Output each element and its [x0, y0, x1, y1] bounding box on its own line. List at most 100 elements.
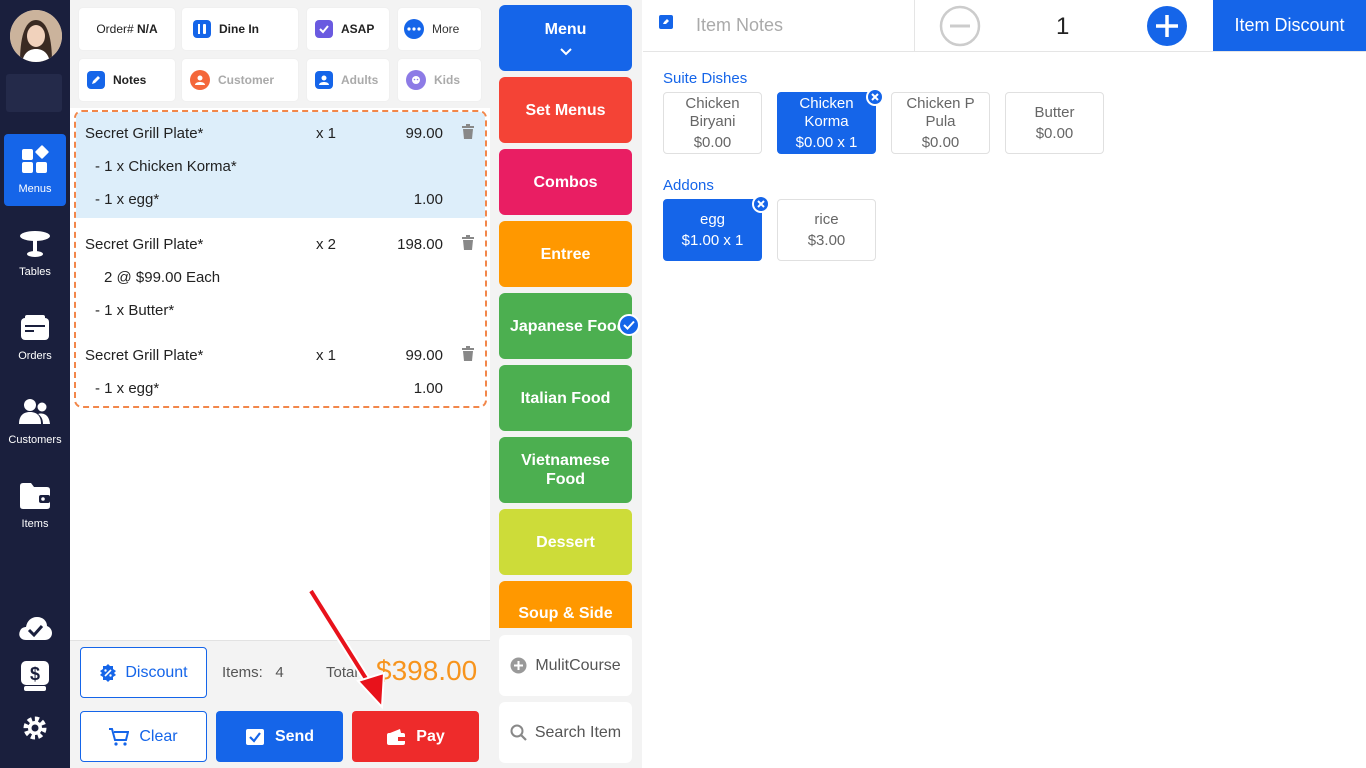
item-discount-button[interactable]: Item Discount	[1213, 0, 1366, 51]
asap-button[interactable]: ASAP	[307, 8, 389, 50]
sidebar-item-label: Customers	[8, 434, 62, 446]
order-item-qty: x 1	[316, 125, 337, 142]
adults-button[interactable]: Adults	[307, 59, 389, 101]
sidebar-item-customers[interactable]: Customers	[4, 386, 66, 458]
category-menu[interactable]: Menu	[499, 5, 632, 71]
kids-button[interactable]: Kids	[398, 59, 481, 101]
total-label: Total	[326, 664, 358, 681]
option-price: $1.00 x 1	[681, 231, 744, 249]
adult-icon	[315, 71, 333, 89]
category-label: Set Menus	[525, 101, 606, 119]
category-combos[interactable]: Combos	[499, 149, 632, 215]
sidebar-item-orders[interactable]: Orders	[4, 302, 66, 374]
modifier-text: - 1 x Chicken Korma*	[95, 158, 237, 175]
avatar[interactable]	[10, 10, 62, 62]
category-label: Japanese Food	[510, 317, 627, 335]
suite-option-chicken-biryani[interactable]: Chicken Biryani $0.00	[663, 92, 762, 154]
order-item[interactable]: Secret Grill Plate* x 1 99.00 - 1 x egg*…	[76, 334, 485, 406]
category-entree[interactable]: Entree	[499, 221, 632, 287]
gear-icon[interactable]	[17, 710, 53, 746]
order-item[interactable]: Secret Grill Plate* x 1 99.00 - 1 x Chic…	[76, 112, 485, 218]
multicourse-button[interactable]: MulitCourse	[499, 635, 632, 696]
addon-option-rice[interactable]: rice $3.00	[777, 199, 876, 261]
category-label: Menu	[544, 20, 587, 38]
category-label: Dessert	[536, 533, 595, 551]
pay-label: Pay	[416, 727, 445, 745]
svg-text:$: $	[30, 664, 40, 684]
send-button[interactable]: Send	[216, 711, 343, 762]
option-price: $3.00	[807, 231, 846, 249]
trash-icon[interactable]	[461, 346, 475, 362]
order-item-qty: x 2	[316, 236, 337, 253]
order-number-value: N/A	[137, 22, 158, 36]
clear-label: Clear	[139, 727, 178, 745]
pay-button[interactable]: Pay	[352, 711, 479, 762]
customer-button[interactable]: Customer	[182, 59, 298, 101]
total-value: $398.00	[376, 655, 478, 686]
option-name: Chicken P Pula	[906, 94, 975, 130]
category-italian-food[interactable]: Italian Food	[499, 365, 632, 431]
plus-circle-icon[interactable]	[1146, 5, 1188, 47]
category-dessert[interactable]: Dessert	[499, 509, 632, 575]
trash-icon[interactable]	[461, 124, 475, 140]
category-soup-side[interactable]: Soup & Side	[499, 581, 632, 628]
customer-icon	[190, 70, 210, 90]
more-button[interactable]: More	[398, 8, 481, 50]
sidebar-item-items[interactable]: Items	[4, 470, 66, 542]
suite-option-butter[interactable]: Butter $0.00	[1005, 92, 1104, 154]
send-label: Send	[274, 727, 315, 745]
quantity-value: 1	[1056, 13, 1070, 40]
discount-button[interactable]: Discount	[80, 647, 207, 698]
selected-check-icon	[618, 314, 640, 336]
orders-icon	[21, 315, 49, 340]
modifier-text: 2 @ $99.00 Each	[104, 269, 221, 286]
remove-option-icon[interactable]	[866, 88, 884, 106]
modifier-text: - 1 x egg*	[95, 191, 160, 208]
order-number-label: Order#	[96, 22, 134, 36]
category-vietnamese-food[interactable]: Vietnamese Food	[499, 437, 632, 503]
cash-register-icon[interactable]: $	[17, 658, 53, 694]
option-name: Chicken Korma	[799, 94, 854, 130]
trash-icon[interactable]	[461, 235, 475, 251]
more-label: More	[432, 22, 460, 36]
order-item-price: 99.00	[405, 347, 443, 364]
sidebar-item-label: Items	[21, 518, 49, 530]
table-icon	[20, 231, 50, 257]
option-name: egg	[699, 210, 726, 228]
clear-button[interactable]: Clear	[80, 711, 207, 762]
category-label: Combos	[533, 173, 598, 191]
category-label: Vietnamese Food	[521, 452, 610, 488]
category-japanese-food[interactable]: Japanese Food	[499, 293, 632, 359]
order-item-modifier: 2 @ $99.00 Each	[76, 261, 485, 294]
cloud-check-icon[interactable]	[17, 610, 53, 646]
notes-button[interactable]: Notes	[79, 59, 175, 101]
remove-option-icon[interactable]	[752, 195, 770, 213]
search-icon	[510, 724, 527, 741]
minus-circle-icon[interactable]	[939, 5, 981, 47]
sidebar-item-tables[interactable]: Tables	[4, 218, 66, 290]
order-item-main-row: Secret Grill Plate* x 1 99.00	[76, 117, 485, 150]
suite-option-chicken-p-pula[interactable]: Chicken P Pula $0.00	[891, 92, 990, 154]
search-item-button[interactable]: Search Item	[499, 702, 632, 763]
dine-in-button[interactable]: Dine In	[182, 8, 298, 50]
multicourse-label: MulitCourse	[535, 656, 621, 674]
order-item[interactable]: Secret Grill Plate* x 2 198.00 2 @ $99.0…	[76, 223, 485, 329]
order-item-name: Secret Grill Plate*	[85, 125, 204, 142]
category-set-menus[interactable]: Set Menus	[499, 77, 632, 143]
order-item-price: 99.00	[405, 125, 443, 142]
category-label: Italian Food	[520, 389, 611, 407]
calendar-check-icon	[315, 20, 333, 38]
sidebar-item-menus[interactable]: Menus	[4, 134, 66, 206]
option-price: $0.00	[693, 133, 732, 151]
dine-in-label: Dine In	[219, 22, 260, 36]
addon-option-egg[interactable]: egg $1.00 x 1	[663, 199, 762, 261]
item-notes-checkbox[interactable]	[659, 15, 673, 29]
addons-title: Addons	[663, 177, 714, 194]
plus-circle-icon	[510, 657, 527, 674]
item-notes-input[interactable]: Item Notes	[696, 15, 783, 36]
option-name: Butter	[1034, 103, 1075, 121]
category-label: Soup & Side	[518, 605, 613, 622]
suite-option-chicken-korma[interactable]: Chicken Korma $0.00 x 1	[777, 92, 876, 154]
cart-icon	[109, 727, 130, 746]
asap-label: ASAP	[341, 22, 375, 36]
